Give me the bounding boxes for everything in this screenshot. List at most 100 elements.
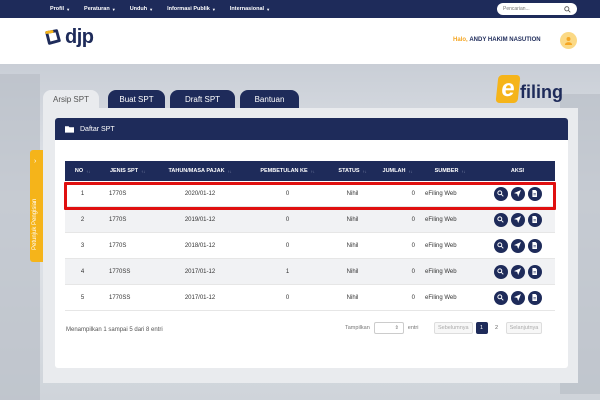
caret-down-icon: ▼	[66, 6, 71, 12]
cell-jumlah: 0	[411, 216, 415, 223]
col-jenis-spt[interactable]: JENIS SPT ↑↓	[100, 161, 155, 181]
tab-label: Buat SPT	[119, 94, 154, 104]
sort-icon: ↑↓	[141, 168, 146, 174]
cell-jenis: 1770SS	[109, 294, 131, 301]
menu-profil[interactable]: Profil ▼	[50, 6, 70, 12]
tab-draft-spt[interactable]: Draft SPT	[170, 90, 235, 108]
sort-icon: ↑↓	[310, 168, 315, 174]
efiling-text: filing	[520, 81, 563, 102]
next-page-button[interactable]: Selanjutnya	[505, 322, 543, 334]
search-input[interactable]	[503, 6, 559, 12]
cell-pembetulan: 1	[285, 268, 290, 275]
top-navbar: Profil ▼ Peraturan ▼ Unduh ▼ Informasi Publ…	[0, 0, 600, 18]
document-icon	[532, 242, 537, 249]
document-icon	[532, 268, 537, 275]
cell-no: 5	[80, 294, 85, 301]
row-highlight-box	[64, 182, 556, 210]
page-1-button[interactable]: 1	[475, 322, 488, 334]
cell-sumber: eFiling Web	[425, 242, 457, 249]
entries-info: Menampilkan 1 sampai 5 dari 8 entri	[66, 327, 163, 333]
send-button[interactable]	[510, 290, 525, 305]
tab-label: Arsip SPT	[52, 94, 89, 104]
menu-unduh[interactable]: Unduh ▼	[130, 6, 153, 12]
cell-pembetulan: 0	[285, 294, 290, 301]
cell-status: Nihil	[346, 216, 359, 223]
document-icon	[532, 294, 537, 301]
avatar[interactable]	[560, 32, 577, 49]
col-sumber[interactable]: SUMBER ↑↓	[420, 161, 480, 181]
col-aksi: AKSI	[480, 161, 555, 181]
menu-internasional[interactable]: Internasional ▼	[230, 6, 270, 12]
column-label: JUMLAH	[382, 168, 406, 174]
cell-sumber: eFiling Web	[425, 294, 457, 301]
cell-aksi	[480, 264, 555, 279]
column-label: PEMBETULAN KE	[260, 168, 308, 174]
column-label: TAHUN/MASA PAJAK	[168, 168, 225, 174]
view-button[interactable]	[493, 212, 508, 227]
cell-status: Nihil	[346, 268, 359, 275]
col-pembetulan[interactable]: PEMBETULAN KE ↑↓	[245, 161, 330, 181]
menu-informasi-publik[interactable]: Informasi Publik ▼	[167, 6, 216, 12]
top-menu: Profil ▼ Peraturan ▼ Unduh ▼ Informasi Publ…	[50, 0, 270, 18]
search-icon[interactable]	[564, 5, 571, 13]
search-icon	[497, 216, 504, 223]
col-jumlah[interactable]: JUMLAH ↑↓	[375, 161, 420, 181]
table-row: 5 1770SS 2017/01-12 0 Nihil 0 eFiling We…	[65, 285, 555, 311]
cell-jumlah: 0	[411, 268, 415, 275]
col-no[interactable]: NO ↑↓	[65, 161, 100, 181]
guide-side-tab[interactable]: › Petunjuk Pengisian	[30, 150, 44, 262]
send-icon	[514, 268, 521, 275]
column-label: SUMBER	[434, 168, 459, 174]
view-button[interactable]	[493, 264, 508, 279]
document-icon	[532, 216, 537, 223]
cell-aksi	[480, 290, 555, 305]
efiling-logo: e filing	[495, 75, 563, 103]
tab-label: Draft SPT	[184, 94, 221, 104]
tab-bantuan[interactable]: Bantuan	[240, 90, 299, 108]
page-size-select[interactable]: ⇕	[373, 322, 404, 334]
col-status[interactable]: STATUS ↑↓	[330, 161, 375, 181]
sort-icon: ↑↓	[227, 168, 232, 174]
document-button[interactable]	[527, 238, 542, 253]
header: djp Halo, ANDY HAKIM NASUTION	[0, 18, 600, 64]
send-button[interactable]	[510, 238, 525, 253]
tab-buat-spt[interactable]: Buat SPT	[108, 90, 165, 108]
document-button[interactable]	[527, 212, 542, 227]
col-tahun[interactable]: TAHUN/MASA PAJAK ↑↓	[155, 161, 245, 181]
cell-tahun: 2017/01-12	[184, 268, 216, 275]
view-button[interactable]	[493, 290, 508, 305]
table-row: 4 1770SS 2017/01-12 1 Nihil 0 eFiling We…	[65, 259, 555, 285]
view-button[interactable]	[493, 238, 508, 253]
menu-peraturan[interactable]: Peraturan ▼	[84, 6, 116, 12]
cell-tahun: 2018/01-12	[184, 242, 216, 249]
menu-label: Profil	[50, 6, 65, 12]
cell-jenis: 1770S	[109, 216, 127, 223]
table-row: 3 1770S 2018/01-12 0 Nihil 0 eFiling Web	[65, 233, 555, 259]
cell-jenis: 1770S	[109, 242, 127, 249]
spt-card: Daftar SPT NO ↑↓ JENIS SPT ↑↓ TAHUN/MASA P…	[43, 108, 578, 383]
tab-label: Bantuan	[254, 94, 285, 104]
table-header: NO ↑↓ JENIS SPT ↑↓ TAHUN/MASA PAJAK ↑↓ PEMB…	[65, 161, 555, 181]
cell-sumber: eFiling Web	[425, 216, 457, 223]
cell-status: Nihil	[346, 242, 359, 249]
cell-pembetulan: 0	[285, 216, 290, 223]
cell-jenis: 1770SS	[109, 268, 131, 275]
djp-logo-mark	[45, 29, 61, 45]
cell-no: 4	[80, 268, 85, 275]
column-label: AKSI	[510, 168, 525, 174]
send-button[interactable]	[510, 264, 525, 279]
page-2-button[interactable]: 2	[490, 322, 503, 334]
pagination: Sebelumnya 1 2 Selanjutnya	[434, 322, 543, 334]
column-label: JENIS SPT	[109, 168, 139, 174]
menu-label: Internasional	[229, 6, 265, 12]
document-button[interactable]	[527, 290, 542, 305]
djp-logo[interactable]: djp	[44, 27, 94, 47]
prev-page-button[interactable]: Sebelumnya	[434, 322, 473, 334]
tab-arsip-spt[interactable]: Arsip SPT	[43, 90, 99, 108]
menu-label: Informasi Publik	[167, 6, 210, 12]
document-button[interactable]	[527, 264, 542, 279]
send-button[interactable]	[510, 212, 525, 227]
user-greeting: Halo, ANDY HAKIM NASUTION	[453, 37, 541, 43]
panel-header: Daftar SPT	[55, 118, 568, 140]
efiling-e-mark: e	[495, 75, 521, 103]
